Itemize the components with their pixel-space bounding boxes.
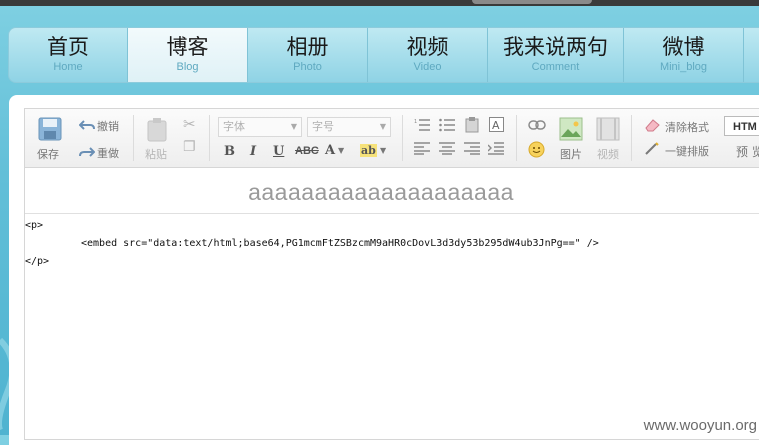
- align-right-icon[interactable]: [464, 142, 480, 155]
- nav-label-cn: 首页: [47, 35, 89, 59]
- save-icon[interactable]: [37, 116, 63, 142]
- cut-icon[interactable]: ✂: [183, 115, 196, 133]
- nav-label-cn: 微博: [662, 35, 705, 59]
- magic-wand-icon[interactable]: [644, 142, 660, 156]
- nav-label-cn: 相册: [286, 35, 329, 59]
- nav-item-home[interactable]: 首页 Home: [9, 28, 128, 82]
- font-size-select[interactable]: 字号 ▼: [307, 117, 391, 137]
- strikethrough-button[interactable]: ABC: [295, 145, 319, 157]
- font-family-select[interactable]: 字体 ▼: [218, 117, 302, 137]
- image-icon[interactable]: [559, 117, 583, 141]
- chevron-down-icon[interactable]: ▼: [338, 146, 344, 155]
- eraser-icon[interactable]: [644, 118, 660, 132]
- toolbar-separator: [631, 115, 632, 161]
- undo-button[interactable]: 撤销: [97, 118, 119, 134]
- code-line: </p>: [25, 256, 50, 267]
- rich-text-editor: 保存 撤销 重做 粘贴 ✂ ❐ 字体 ▼ 字号 ▼ B I U ABC A ▼ …: [24, 108, 759, 440]
- window-top-strip: [0, 0, 759, 6]
- scroll-knob: [472, 0, 592, 4]
- paste-icon[interactable]: [146, 117, 168, 143]
- align-center-icon[interactable]: [439, 142, 455, 155]
- redo-button[interactable]: 重做: [97, 145, 119, 161]
- html-source-area[interactable]: <p> <embed src="data:text/html;base64,PG1…: [25, 217, 599, 271]
- video-icon[interactable]: [596, 117, 620, 141]
- unordered-list-icon[interactable]: [439, 118, 455, 132]
- video-button-label[interactable]: 视频: [597, 146, 619, 162]
- undo-icon[interactable]: [79, 118, 95, 132]
- paste-button-label[interactable]: 粘贴: [145, 146, 167, 162]
- bold-button[interactable]: B: [224, 144, 235, 159]
- nav-item-photo[interactable]: 相册 Photo: [248, 28, 368, 82]
- image-button-label[interactable]: 图片: [560, 146, 582, 162]
- chevron-down-icon[interactable]: ▼: [380, 146, 386, 155]
- link-icon[interactable]: [528, 120, 546, 130]
- toolbar-separator: [133, 115, 134, 161]
- font-color-button[interactable]: A: [325, 143, 335, 158]
- nav-label-en: Home: [53, 61, 83, 73]
- paste-text-icon[interactable]: [465, 117, 479, 133]
- editor-toolbar: 保存 撤销 重做 粘贴 ✂ ❐ 字体 ▼ 字号 ▼ B I U ABC A ▼ …: [25, 109, 759, 168]
- code-line: <p>: [25, 220, 44, 231]
- nav-item-mini-blog[interactable]: 微博 Mini_blog: [624, 28, 744, 82]
- redo-icon[interactable]: [79, 145, 95, 159]
- title-divider: [25, 213, 759, 214]
- indent-icon[interactable]: [488, 142, 504, 155]
- chevron-down-icon: ▼: [379, 122, 386, 131]
- align-left-icon[interactable]: [414, 142, 430, 155]
- nav-label-cn: 我来说两句: [503, 35, 608, 59]
- svg-text:1: 1: [414, 119, 417, 125]
- toolbar-separator: [402, 115, 403, 161]
- nav-label-cn: 博客: [166, 35, 209, 59]
- nav-label-en: Photo: [293, 61, 322, 73]
- emoji-icon[interactable]: [528, 141, 545, 158]
- save-button-label[interactable]: 保存: [37, 146, 59, 162]
- nav-label-en: Comment: [531, 61, 580, 73]
- nav-item-blog[interactable]: 博客 Blog: [128, 28, 248, 82]
- underline-button[interactable]: U: [273, 144, 284, 159]
- italic-button[interactable]: I: [250, 144, 256, 159]
- nav-label-en: Mini_blog: [659, 61, 708, 73]
- main-nav: 首页 Home 博客 Blog 相册 Photo 视频 Video 我来说两句 …: [8, 27, 759, 83]
- nav-label-cn: 视频: [406, 35, 449, 59]
- watermark: www.wooyun.org: [643, 417, 757, 434]
- nav-label-en: Blog: [176, 61, 199, 73]
- preview-button[interactable]: 预 览: [736, 143, 759, 160]
- code-line: <embed src="data:text/html;base64,PG1mcm…: [81, 238, 599, 249]
- svg-text:A: A: [492, 119, 500, 132]
- toolbar-separator: [516, 115, 517, 161]
- font-family-value: 字体: [223, 120, 245, 133]
- nav-item-video[interactable]: 视频 Video: [368, 28, 488, 82]
- chevron-down-icon: ▼: [290, 122, 297, 131]
- highlight-button[interactable]: ab: [360, 144, 377, 157]
- text-box-icon[interactable]: A: [489, 117, 504, 132]
- font-size-value: 字号: [312, 120, 334, 133]
- toolbar-separator: [209, 115, 210, 161]
- post-title[interactable]: aaaaaaaaaaaaaaaaaaaa: [1, 179, 759, 206]
- nav-label-en: Video: [413, 61, 442, 73]
- clear-format-button[interactable]: 清除格式: [665, 119, 709, 135]
- html-mode-button[interactable]: HTM: [724, 116, 759, 136]
- copy-icon[interactable]: ❐: [183, 139, 196, 155]
- one-click-layout-button[interactable]: 一键排版: [665, 143, 709, 159]
- ordered-list-icon[interactable]: 1: [414, 118, 430, 132]
- nav-item-comment[interactable]: 我来说两句 Comment: [488, 28, 624, 82]
